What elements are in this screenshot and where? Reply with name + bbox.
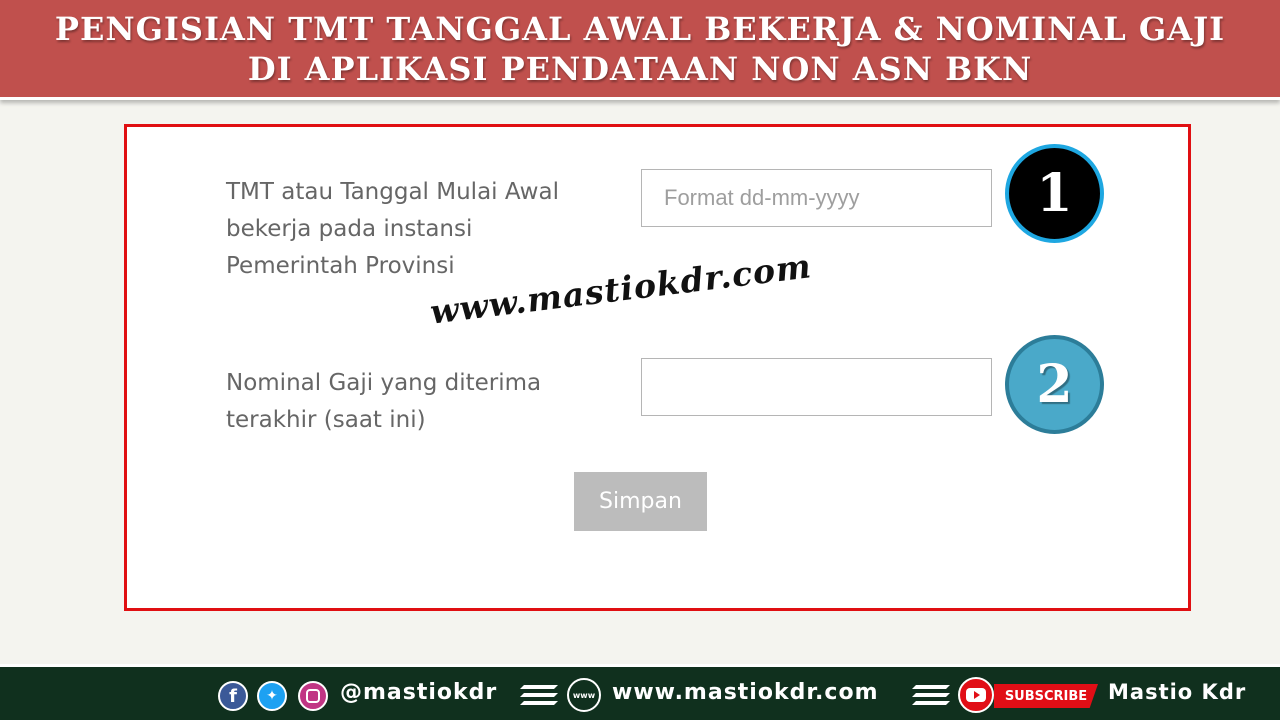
divider-slash-icon xyxy=(906,673,952,717)
twitter-icon[interactable]: ✦ xyxy=(257,681,287,711)
tmt-label: TMT atau Tanggal Mulai Awal bekerja pada… xyxy=(226,179,559,279)
form-panel: TMT atau Tanggal Mulai Awal bekerja pada… xyxy=(124,124,1191,611)
globe-icon[interactable]: www xyxy=(567,678,601,712)
youtube-icon[interactable] xyxy=(958,677,994,713)
channel-name: Mastio Kdr xyxy=(1108,680,1247,704)
facebook-icon[interactable]: f xyxy=(218,681,248,711)
save-button[interactable]: Simpan xyxy=(574,472,707,531)
title-banner: PENGISIAN TMT TANGGAL AWAL BEKERJA & NOM… xyxy=(0,0,1280,100)
step-1-badge: 1 xyxy=(1005,144,1104,243)
instagram-icon[interactable] xyxy=(298,681,328,711)
tmt-date-input[interactable] xyxy=(641,169,992,227)
footer-bar: f ✦ @mastiokdr www www.mastiokdr.com SUB… xyxy=(0,664,1280,720)
step-2-badge: 2 xyxy=(1005,335,1104,434)
divider-slash-icon xyxy=(514,673,560,717)
banner-title-line-1: PENGISIAN TMT TANGGAL AWAL BEKERJA & NOM… xyxy=(54,9,1226,48)
social-handle: @mastiokdr xyxy=(340,680,498,705)
salary-input[interactable] xyxy=(641,358,992,416)
banner-title-line-2: DI APLIKASI PENDATAAN NON ASN BKN xyxy=(247,49,1033,88)
subscribe-button[interactable]: SUBSCRIBE xyxy=(994,684,1098,708)
gaji-label: Nominal Gaji yang diterima terakhir (saa… xyxy=(226,370,542,433)
website-link[interactable]: www.mastiokdr.com xyxy=(612,680,879,705)
